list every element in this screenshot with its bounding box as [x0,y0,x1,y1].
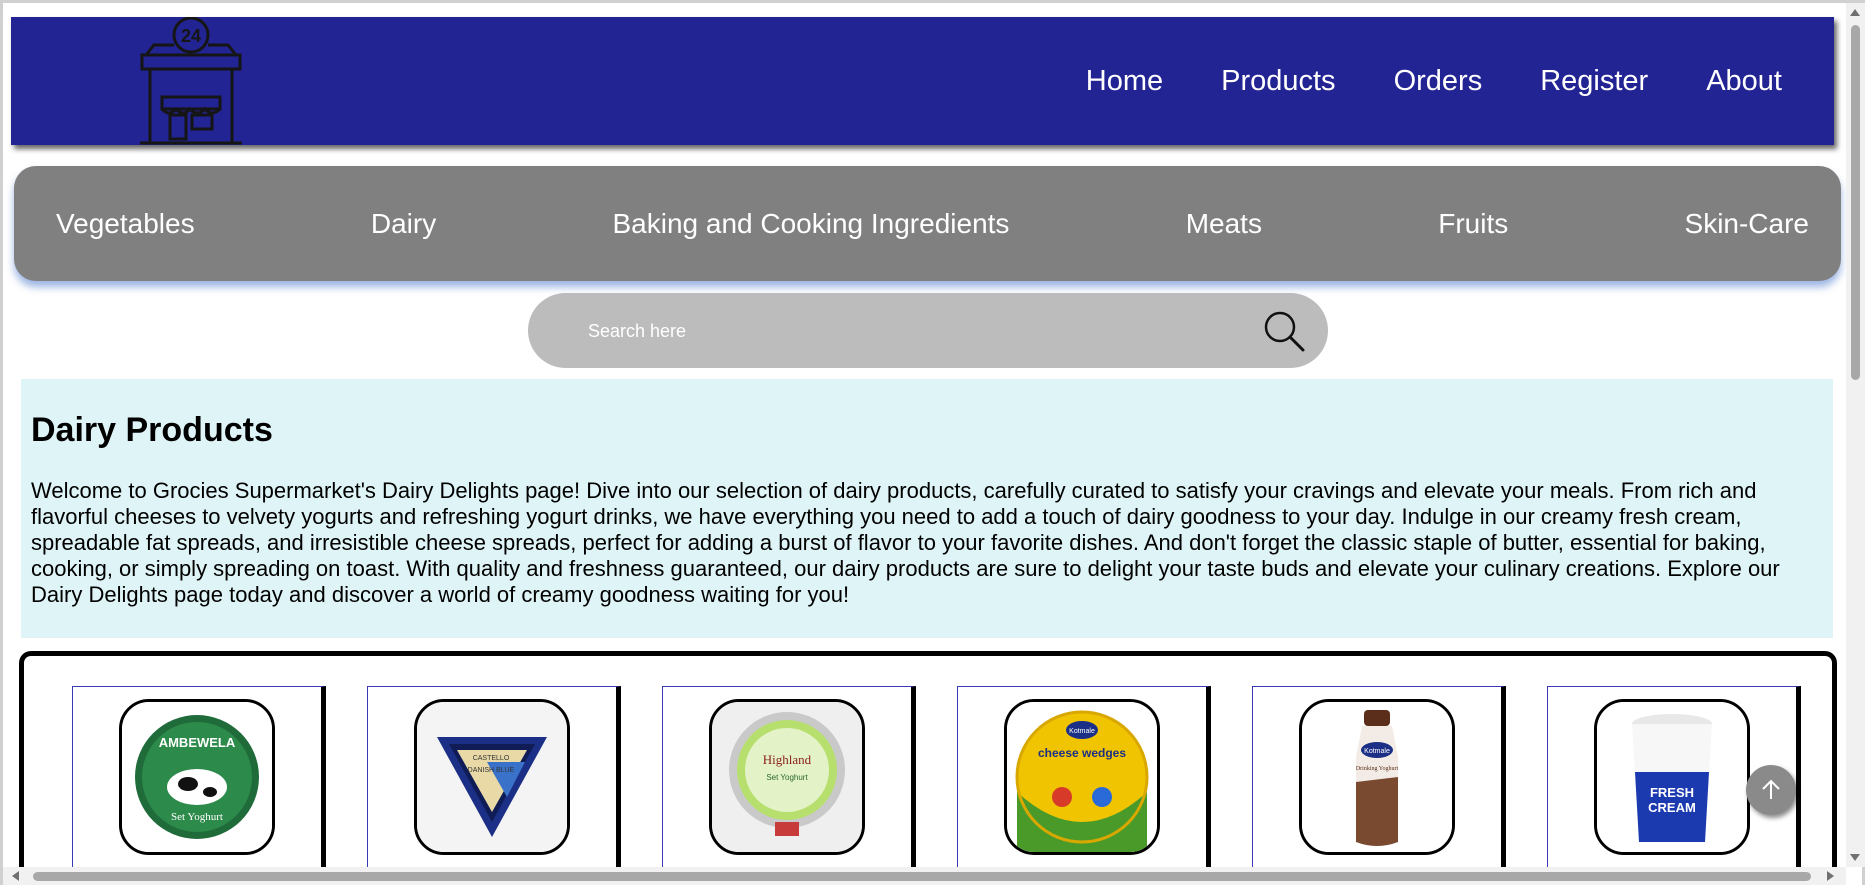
category-meats[interactable]: Meats [1186,208,1262,240]
category-vegetables[interactable]: Vegetables [56,208,195,240]
site-header: 24 Home Products Orders Register About [11,17,1834,145]
category-skin-care[interactable]: Skin-Care [1685,208,1809,240]
drinking-yoghurt-bottle-icon: Kotmale Drinking Yoghurt [1302,702,1452,852]
category-dairy[interactable]: Dairy [371,208,436,240]
product-card[interactable]: Highland Set Yoghurt [662,686,916,867]
product-image[interactable]: AMBEWELA Set Yoghurt [119,699,275,855]
scroll-up-arrow-icon[interactable] [1850,9,1860,16]
nav-home-link[interactable]: Home [1086,65,1163,98]
search-icon[interactable] [1262,309,1306,353]
nav-products-link[interactable]: Products [1221,65,1335,98]
danish-blue-cheese-icon: CASTELLO DANISH BLUE [417,702,567,852]
svg-text:Kotmale: Kotmale [1069,728,1095,735]
product-image[interactable]: Kotmale cheese wedges [1004,699,1160,855]
svg-text:Set Yoghurt: Set Yoghurt [171,811,223,823]
scroll-right-arrow-icon[interactable] [1827,871,1834,881]
search-input[interactable] [588,313,1208,349]
page-viewport: 24 Home Products Orders Register About V… [3,3,1846,867]
category-fruits[interactable]: Fruits [1438,208,1508,240]
product-image[interactable]: CASTELLO DANISH BLUE [414,699,570,855]
product-image[interactable]: FRESH CREAM [1594,699,1750,855]
vertical-scroll-thumb[interactable] [1851,25,1860,380]
nav-register-link[interactable]: Register [1540,65,1648,98]
vertical-scrollbar[interactable] [1846,3,1865,867]
product-image[interactable]: Highland Set Yoghurt [709,699,865,855]
category-baking[interactable]: Baking and Cooking Ingredients [612,208,1009,240]
svg-text:Drinking Yoghurt: Drinking Yoghurt [1356,766,1399,772]
product-card[interactable]: Kotmale cheese wedges [957,686,1211,867]
highland-yogurt-cup-icon: Highland Set Yoghurt [712,702,862,852]
product-image[interactable]: Kotmale Drinking Yoghurt [1299,699,1455,855]
main-nav: Home Products Orders Register About [1086,17,1782,145]
horizontal-scroll-thumb[interactable] [33,872,1811,881]
arrow-up-icon [1762,779,1780,799]
set-yogurt-cup-icon: AMBEWELA Set Yoghurt [122,702,272,852]
cheese-wedges-box-icon: Kotmale cheese wedges [1007,702,1157,852]
svg-text:Highland: Highland [763,752,812,767]
svg-text:Kotmale: Kotmale [1364,748,1390,755]
svg-text:FRESH: FRESH [1650,785,1694,800]
nav-about-link[interactable]: About [1706,65,1782,98]
fresh-cream-cup-icon: FRESH CREAM [1597,702,1747,852]
page-title: Dairy Products [31,411,273,449]
nav-orders-link[interactable]: Orders [1394,65,1483,98]
category-bar: Vegetables Dairy Baking and Cooking Ingr… [14,166,1841,281]
svg-text:24: 24 [181,26,201,46]
svg-text:DANISH BLUE: DANISH BLUE [468,767,515,774]
product-card[interactable]: Kotmale Drinking Yoghurt [1252,686,1506,867]
scroll-to-top-button[interactable] [1746,765,1796,815]
svg-text:Set Yoghurt: Set Yoghurt [766,773,808,782]
svg-text:CASTELLO: CASTELLO [473,755,510,762]
search-bar [528,293,1328,368]
svg-text:AMBEWELA: AMBEWELA [159,735,236,750]
intro-text: Welcome to Grocies Supermarket's Dairy D… [31,478,1780,607]
product-card[interactable]: AMBEWELA Set Yoghurt [72,686,326,867]
dairy-intro-section: Dairy Products Welcome to Grocies Superm… [21,379,1833,638]
scroll-down-arrow-icon[interactable] [1850,854,1860,861]
svg-text:cheese wedges: cheese wedges [1038,746,1126,760]
product-grid: AMBEWELA Set Yoghurt CASTELLO DANISH BLU… [19,651,1837,867]
horizontal-scrollbar[interactable] [3,867,1846,885]
store-24h-logo-icon[interactable]: 24 [126,17,256,145]
product-card[interactable]: CASTELLO DANISH BLUE [367,686,621,867]
scroll-left-arrow-icon[interactable] [12,871,19,881]
svg-text:CREAM: CREAM [1648,800,1696,815]
